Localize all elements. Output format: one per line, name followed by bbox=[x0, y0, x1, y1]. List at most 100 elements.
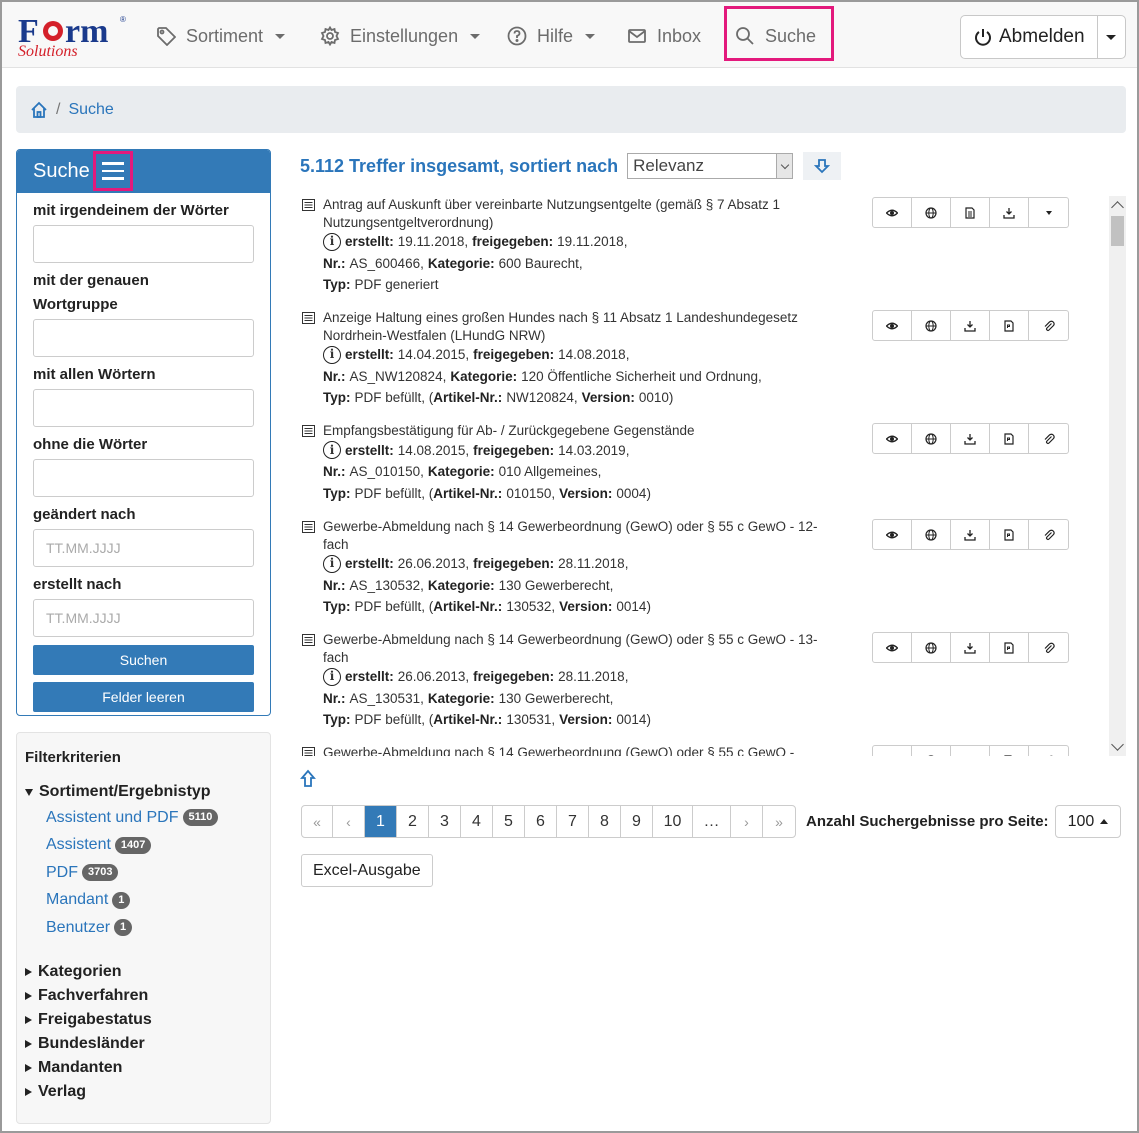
eye-button[interactable] bbox=[873, 520, 912, 549]
page-link[interactable]: « bbox=[302, 806, 333, 837]
document-button[interactable] bbox=[951, 198, 990, 227]
paperclip-button[interactable] bbox=[1029, 311, 1068, 340]
download-button[interactable] bbox=[990, 198, 1029, 227]
info-icon[interactable]: i bbox=[323, 232, 341, 251]
caret-button[interactable] bbox=[1029, 198, 1068, 227]
page-link[interactable]: 5 bbox=[493, 806, 525, 837]
form-solutions-logo[interactable]: F rm ® Solutions bbox=[16, 10, 128, 60]
result-title[interactable]: Anzeige Haltung eines großen Hundes nach… bbox=[323, 309, 823, 344]
result-title[interactable]: Gewerbe-Abmeldung nach § 14 Gewerbeordnu… bbox=[323, 631, 823, 666]
filter-group-sortiment[interactable]: Sortiment/Ergebnistyp bbox=[25, 780, 262, 804]
download-button[interactable] bbox=[951, 424, 990, 453]
filter-group-verlag[interactable]: Verlag bbox=[25, 1080, 262, 1104]
page-link[interactable]: 1 bbox=[365, 806, 397, 837]
download-button[interactable] bbox=[951, 520, 990, 549]
eye-button[interactable] bbox=[873, 633, 912, 662]
logout-button[interactable]: Abmelden bbox=[961, 16, 1098, 58]
globe-button[interactable] bbox=[912, 746, 951, 756]
page-link[interactable]: ‹ bbox=[333, 806, 365, 837]
filter-item-assistent[interactable]: Assistent 1407 bbox=[46, 832, 262, 860]
nav-einstellungen[interactable]: Einstellungen bbox=[320, 20, 481, 52]
page-link[interactable]: 6 bbox=[525, 806, 557, 837]
result-title[interactable]: Gewerbe-Abmeldung nach § 14 Gewerbeordnu… bbox=[323, 518, 823, 553]
globe-button[interactable] bbox=[912, 520, 951, 549]
info-icon[interactable]: i bbox=[323, 345, 341, 364]
page-link[interactable]: › bbox=[731, 806, 763, 837]
download-button[interactable] bbox=[951, 311, 990, 340]
any-words-input[interactable] bbox=[33, 225, 254, 263]
eye-button[interactable] bbox=[873, 424, 912, 453]
result-title[interactable]: Gewerbe-Abmeldung nach § 14 Gewerbeordnu… bbox=[323, 744, 823, 756]
scroll-down-icon[interactable] bbox=[1111, 738, 1124, 751]
nav-hilfe[interactable]: Hilfe bbox=[507, 20, 596, 52]
sort-direction-button[interactable] bbox=[803, 152, 842, 180]
paperclip-button[interactable] bbox=[1029, 520, 1068, 549]
result-item: Antrag auf Auskunft über vereinbarte Nut… bbox=[300, 196, 1110, 296]
page-link[interactable]: 2 bbox=[397, 806, 429, 837]
page-link[interactable]: 10 bbox=[653, 806, 693, 837]
pdf-button[interactable] bbox=[990, 746, 1029, 756]
globe-button[interactable] bbox=[912, 633, 951, 662]
result-title[interactable]: Empfangsbestätigung für Ab- / Zurückgege… bbox=[323, 422, 823, 440]
paperclip-button[interactable] bbox=[1029, 424, 1068, 453]
nav-sortiment[interactable]: Sortiment bbox=[156, 20, 286, 52]
page-link[interactable]: 4 bbox=[461, 806, 493, 837]
page-link[interactable]: 9 bbox=[621, 806, 653, 837]
filter-item-benutzer[interactable]: Benutzer 1 bbox=[46, 914, 262, 942]
download-button[interactable] bbox=[951, 746, 990, 756]
created-after-input[interactable] bbox=[33, 599, 254, 637]
all-words-input[interactable] bbox=[33, 389, 254, 427]
page-link[interactable]: 7 bbox=[557, 806, 589, 837]
info-icon[interactable]: i bbox=[323, 667, 341, 686]
pdf-button[interactable] bbox=[990, 424, 1029, 453]
svg-text:Solutions: Solutions bbox=[18, 43, 78, 58]
page-link[interactable]: » bbox=[763, 806, 795, 837]
pdf-button[interactable] bbox=[990, 633, 1029, 662]
pdf-button[interactable] bbox=[990, 520, 1029, 549]
globe-button[interactable] bbox=[912, 198, 951, 227]
info-icon[interactable]: i bbox=[323, 441, 341, 460]
filter-group-fachverfahren[interactable]: Fachverfahren bbox=[25, 984, 262, 1008]
search-submit-button[interactable]: Suchen bbox=[33, 645, 254, 675]
scroll-up-icon[interactable] bbox=[1111, 201, 1124, 214]
changed-after-input[interactable] bbox=[33, 529, 254, 567]
download-button[interactable] bbox=[951, 633, 990, 662]
eye-button[interactable] bbox=[873, 311, 912, 340]
pdf-button[interactable] bbox=[990, 311, 1029, 340]
home-icon[interactable] bbox=[30, 101, 48, 119]
clear-fields-button[interactable]: Felder leeren bbox=[33, 682, 254, 712]
results-scrollbar[interactable] bbox=[1109, 196, 1126, 756]
page-link[interactable]: 3 bbox=[429, 806, 461, 837]
globe-button[interactable] bbox=[912, 424, 951, 453]
per-page-select[interactable]: 100 bbox=[1054, 805, 1121, 838]
globe-button[interactable] bbox=[912, 311, 951, 340]
filter-item-assistent-pdf[interactable]: Assistent und PDF 5110 bbox=[46, 804, 262, 832]
excel-export-button[interactable]: Excel-Ausgabe bbox=[301, 854, 433, 887]
filter-group-mandanten[interactable]: Mandanten bbox=[25, 1056, 262, 1080]
info-icon[interactable]: i bbox=[323, 554, 341, 573]
filter-group-bundeslaender[interactable]: Bundesländer bbox=[25, 1032, 262, 1056]
scrollbar-thumb[interactable] bbox=[1111, 216, 1124, 246]
filter-group-freigabestatus[interactable]: Freigabestatus bbox=[25, 1008, 262, 1032]
logout-dropdown-toggle[interactable] bbox=[1098, 16, 1125, 58]
result-meta: Nr.: AS_600466, Kategorie: 600 Baurecht, bbox=[323, 253, 1110, 275]
eye-button[interactable] bbox=[873, 746, 912, 756]
back-to-top-button[interactable] bbox=[300, 769, 316, 787]
result-title[interactable]: Antrag auf Auskunft über vereinbarte Nut… bbox=[323, 196, 823, 231]
paperclip-button[interactable] bbox=[1029, 633, 1068, 662]
exact-phrase-input[interactable] bbox=[33, 319, 254, 357]
page-link[interactable]: … bbox=[693, 806, 731, 837]
hamburger-menu-icon[interactable] bbox=[93, 151, 133, 191]
filter-group-kategorien[interactable]: Kategorien bbox=[25, 960, 262, 984]
sort-select[interactable]: Relevanz bbox=[627, 153, 794, 179]
version-label: Version: bbox=[581, 390, 635, 405]
page-link[interactable]: 8 bbox=[589, 806, 621, 837]
globe-icon bbox=[925, 432, 937, 445]
paperclip-button[interactable] bbox=[1029, 746, 1068, 756]
filter-item-mandant[interactable]: Mandant 1 bbox=[46, 887, 262, 915]
without-words-input[interactable] bbox=[33, 459, 254, 497]
eye-button[interactable] bbox=[873, 198, 912, 227]
nav-inbox[interactable]: Inbox bbox=[627, 20, 701, 52]
filter-item-pdf[interactable]: PDF 3703 bbox=[46, 859, 262, 887]
breadcrumb-current[interactable]: Suche bbox=[68, 101, 113, 119]
